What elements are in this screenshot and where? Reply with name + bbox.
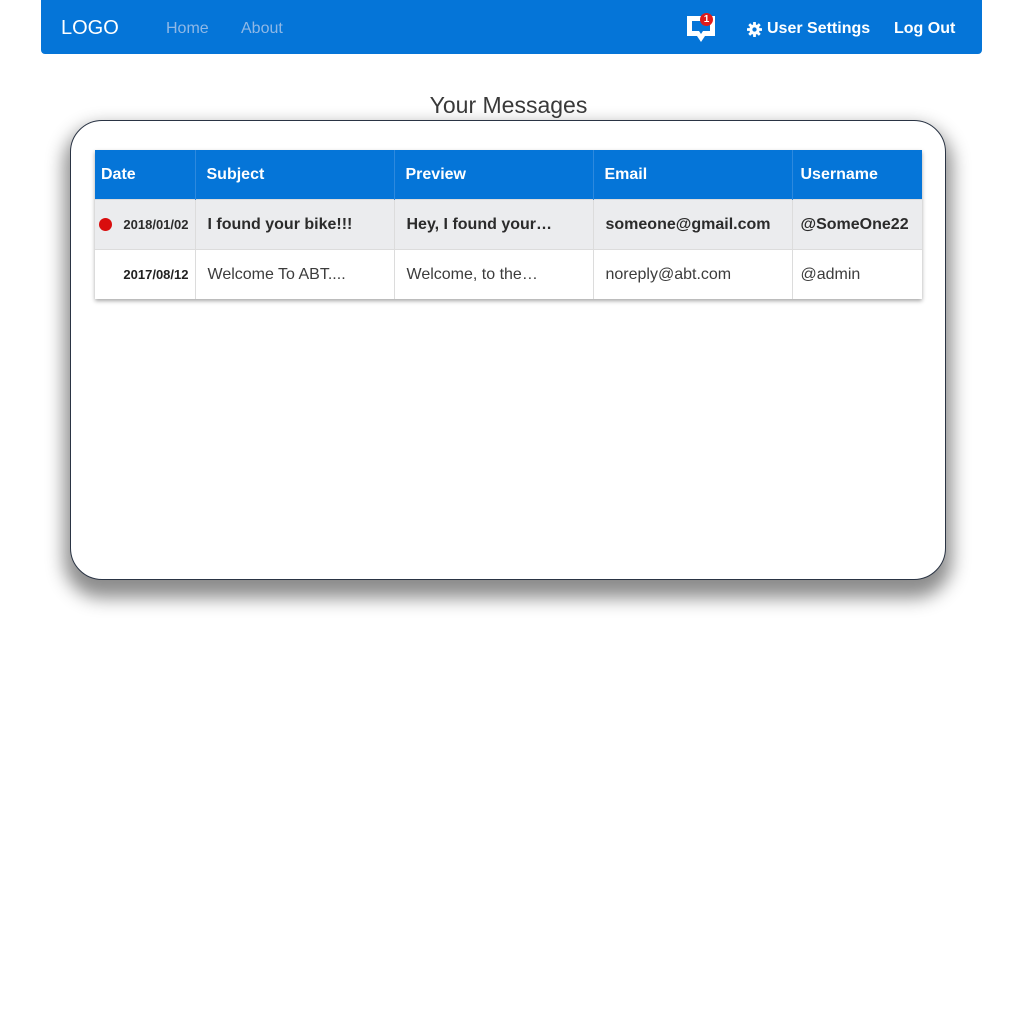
message-count-badge: 1	[700, 13, 713, 26]
column-header-subject[interactable]: Subject	[195, 150, 395, 200]
messages-button[interactable]: 1	[684, 11, 720, 45]
username-cell: @SomeOne22	[792, 199, 922, 250]
gear-icon	[747, 21, 762, 37]
table-header-row: Date Subject Preview Email Username	[95, 150, 922, 200]
messages-table: Date Subject Preview Email Username 2018…	[95, 150, 922, 299]
date-value: 2018/01/02	[123, 217, 189, 232]
subject-cell: Welcome To ABT....	[195, 249, 395, 299]
log-out-button[interactable]: Log Out	[894, 19, 955, 39]
date-value: 2017/08/12	[123, 267, 189, 282]
email-cell: noreply@abt.com	[593, 249, 793, 299]
preview-cell: Hey, I found your…	[394, 199, 594, 250]
column-header-date[interactable]: Date	[95, 150, 196, 200]
unread-indicator-icon	[99, 218, 112, 231]
nav-link-about[interactable]: About	[241, 19, 283, 39]
date-cell: 2017/08/12	[95, 249, 196, 299]
user-settings-button[interactable]: User Settings	[747, 18, 870, 40]
column-header-preview[interactable]: Preview	[394, 150, 594, 200]
username-cell: @admin	[792, 249, 922, 299]
preview-cell: Welcome, to the…	[394, 249, 594, 299]
subject-cell: I found your bike!!!	[195, 199, 395, 250]
page-title: Your Messages	[429, 92, 588, 118]
messages-table-container: Date Subject Preview Email Username 2018…	[95, 150, 922, 299]
user-settings-label: User Settings	[767, 20, 871, 37]
email-cell: someone@gmail.com	[593, 199, 793, 250]
date-cell: 2018/01/02	[95, 199, 196, 250]
message-row-unread[interactable]: 2018/01/02 I found your bike!!! Hey, I f…	[95, 199, 922, 250]
column-header-username[interactable]: Username	[792, 150, 922, 200]
column-header-email[interactable]: Email	[593, 150, 793, 200]
logo[interactable]: LOGO	[61, 16, 119, 40]
nav-link-home[interactable]: Home	[166, 19, 209, 39]
messages-card: Date Subject Preview Email Username 2018…	[70, 120, 946, 580]
top-navbar: LOGO Home About 1 User Settings Log Out	[41, 0, 982, 54]
message-row[interactable]: 2017/08/12 Welcome To ABT.... Welcome, t…	[95, 249, 922, 299]
